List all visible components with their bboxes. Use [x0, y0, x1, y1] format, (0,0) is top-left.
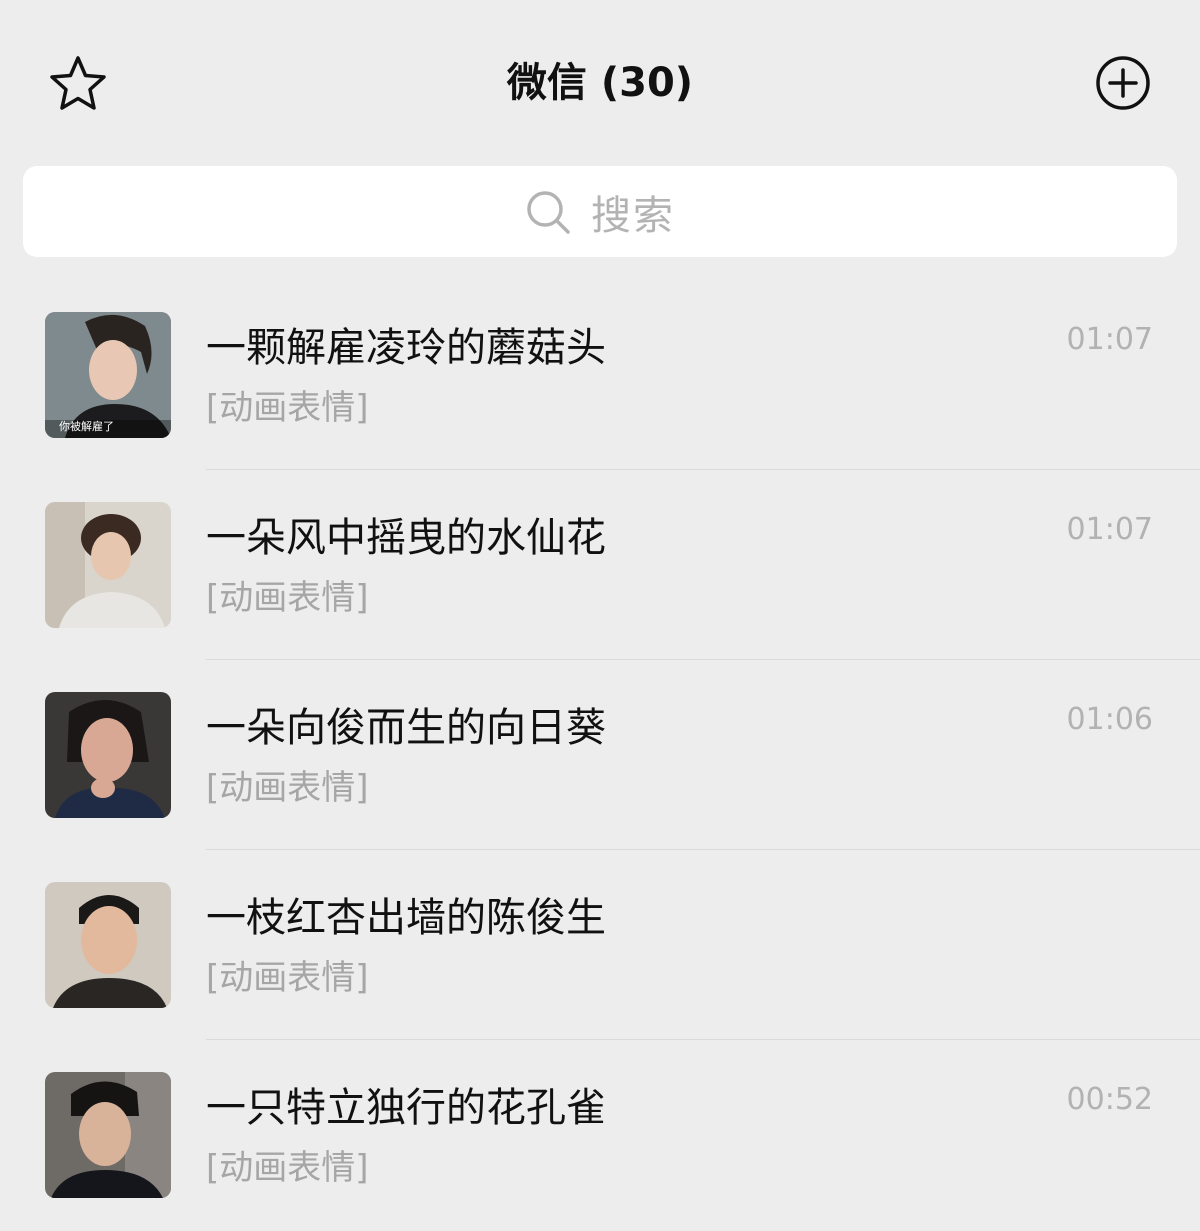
page-title: 微信 (30): [506, 60, 694, 106]
search-input[interactable]: 搜索: [23, 166, 1177, 257]
chat-preview: [动画表情]: [206, 768, 369, 808]
chat-time: 00:52: [1066, 1082, 1153, 1117]
chat-item[interactable]: 你被解雇了 一颗解雇凌玲的蘑菇头 [动画表情] 01:07: [0, 280, 1200, 470]
avatar-caption: 你被解雇了: [59, 420, 114, 433]
chat-time: 01:07: [1066, 512, 1153, 547]
chat-name: 一枝红杏出墙的陈俊生: [206, 895, 606, 941]
chat-preview: [动画表情]: [206, 1148, 369, 1188]
chat-name: 一只特立独行的花孔雀: [206, 1085, 606, 1131]
chat-time: 01:06: [1066, 702, 1153, 737]
chat-preview: [动画表情]: [206, 578, 369, 618]
chat-item[interactable]: 一朵向俊而生的向日葵 [动画表情] 01:06: [0, 660, 1200, 850]
avatar: [45, 1072, 171, 1198]
chat-name: 一朵风中摇曳的水仙花: [206, 515, 606, 561]
chat-item[interactable]: 一枝红杏出墙的陈俊生 [动画表情]: [0, 850, 1200, 1040]
avatar: [45, 502, 171, 628]
add-button[interactable]: [1094, 54, 1152, 112]
top-bar: 微信 (30): [0, 0, 1200, 165]
search-placeholder: 搜索: [591, 192, 675, 239]
chat-list: 你被解雇了 一颗解雇凌玲的蘑菇头 [动画表情] 01:07 一朵风中摇曳的水仙花…: [0, 280, 1200, 1230]
avatar: 你被解雇了: [45, 312, 171, 438]
chat-item[interactable]: 一只特立独行的花孔雀 [动画表情] 00:52: [0, 1040, 1200, 1230]
add-circle-icon: [1096, 56, 1150, 110]
chat-preview: [动画表情]: [206, 958, 369, 998]
search-icon: [527, 190, 570, 234]
avatar: [45, 692, 171, 818]
chat-preview: [动画表情]: [206, 388, 369, 428]
chat-time: 01:07: [1066, 322, 1153, 357]
chat-name: 一颗解雇凌玲的蘑菇头: [206, 325, 606, 371]
chat-name: 一朵向俊而生的向日葵: [206, 705, 606, 751]
chat-item[interactable]: 一朵风中摇曳的水仙花 [动画表情] 01:07: [0, 470, 1200, 660]
avatar: [45, 882, 171, 1008]
